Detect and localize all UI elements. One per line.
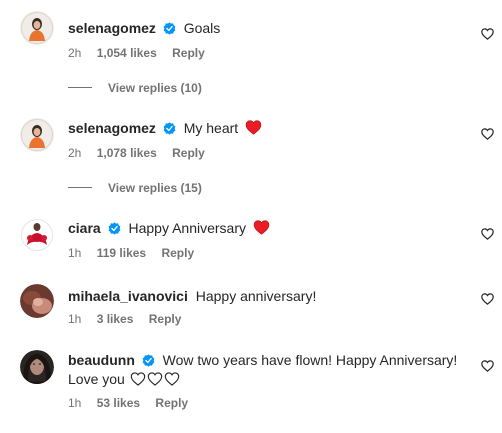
likes-count[interactable]: 3 likes <box>97 312 134 326</box>
comment-item: selenagomez Goals 2h 1,054 likes Reply V… <box>0 0 502 100</box>
verified-badge-icon <box>142 354 155 367</box>
comment-time: 2h <box>68 146 82 160</box>
red-heart-emoji <box>245 120 262 135</box>
view-replies-label: View replies (10) <box>108 81 202 95</box>
comment-username[interactable]: selenagomez <box>68 120 156 136</box>
comment-username[interactable]: beaudunn <box>68 352 135 368</box>
white-heart-emoji <box>130 372 145 386</box>
likes-count[interactable]: 1,054 likes <box>97 46 157 60</box>
comment-time: 1h <box>68 312 82 326</box>
avatar[interactable] <box>20 284 54 318</box>
likes-count[interactable]: 119 likes <box>97 246 146 260</box>
verified-badge-icon <box>108 222 120 235</box>
view-replies-button[interactable]: View replies (10) <box>68 81 202 95</box>
comment-text-continued: Love you <box>68 371 125 387</box>
comment-text: Happy Anniversary <box>128 220 246 236</box>
avatar[interactable] <box>20 350 54 384</box>
comment-username[interactable]: ciara <box>68 220 101 236</box>
comment-text: Goals <box>183 20 221 36</box>
heart-outline-icon[interactable] <box>481 128 494 140</box>
reply-button[interactable]: Reply <box>155 396 188 410</box>
comment-username[interactable]: selenagomez <box>68 20 156 36</box>
likes-count[interactable]: 1,078 likes <box>97 146 157 160</box>
comment-time: 2h <box>68 46 82 60</box>
avatar[interactable] <box>20 118 54 152</box>
reply-button[interactable]: Reply <box>172 46 205 60</box>
replies-divider <box>68 187 92 188</box>
comment-time: 1h <box>68 246 82 260</box>
heart-outline-icon[interactable] <box>481 228 494 240</box>
likes-count[interactable]: 53 likes <box>97 396 140 410</box>
comment-text: Happy anniversary! <box>195 288 317 304</box>
verified-badge-icon <box>163 22 176 35</box>
heart-outline-icon[interactable] <box>481 28 494 40</box>
heart-outline-icon[interactable] <box>481 293 494 305</box>
white-heart-emoji <box>147 372 162 386</box>
reply-button[interactable]: Reply <box>161 246 194 260</box>
view-replies-button[interactable]: View replies (15) <box>68 181 202 195</box>
verified-badge-icon <box>163 122 176 135</box>
comment-time: 1h <box>68 396 82 410</box>
view-replies-label: View replies (15) <box>108 181 202 195</box>
comment-text: My heart <box>183 120 239 136</box>
avatar[interactable] <box>20 218 54 252</box>
red-heart-emoji <box>253 220 270 235</box>
reply-button[interactable]: Reply <box>149 312 182 326</box>
white-heart-emoji <box>164 372 179 386</box>
replies-divider <box>68 87 92 88</box>
reply-button[interactable]: Reply <box>172 146 205 160</box>
heart-outline-icon[interactable] <box>481 360 494 372</box>
comment-text: Wow two years have flown! Happy Annivers… <box>162 352 458 368</box>
avatar[interactable] <box>20 11 54 45</box>
comment-username[interactable]: mihaela_ivanovici <box>68 288 188 304</box>
